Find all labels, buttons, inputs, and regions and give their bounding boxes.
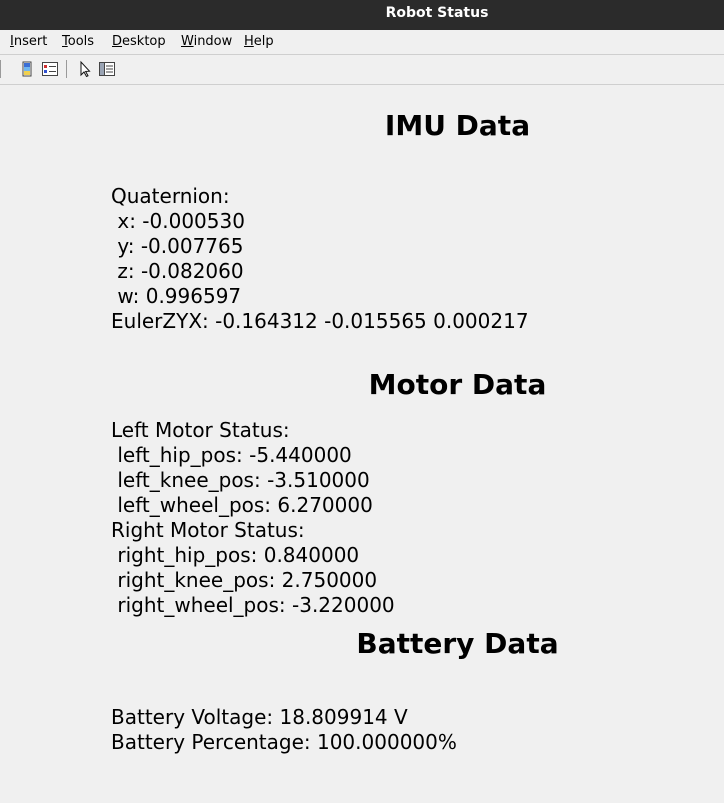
menu-insert[interactable]: Insert [10, 30, 47, 54]
menu-help-accel: H [244, 34, 254, 49]
left-motor-label: Left Motor Status: [111, 418, 290, 442]
figure-area: IMU Data Quaternion: x: -0.000530 y: -0.… [0, 85, 724, 803]
left-hip-pos: left_hip_pos: -5.440000 [111, 443, 352, 467]
menu-tools[interactable]: Tools [62, 30, 94, 54]
menu-insert-rest: nsert [13, 34, 48, 49]
insert-legend-icon[interactable] [41, 60, 59, 78]
menu-window-rest: indow [193, 34, 233, 49]
toolbar-separator [66, 60, 67, 78]
battery-voltage: Battery Voltage: 18.809914 V [111, 705, 408, 729]
right-knee-pos: right_knee_pos: 2.750000 [111, 568, 378, 592]
window-titlebar[interactable]: Robot Status [0, 0, 724, 30]
figure-toolbar [0, 55, 724, 85]
property-inspector-icon[interactable] [98, 60, 116, 78]
edit-plot-arrow-icon[interactable] [76, 60, 94, 78]
right-wheel-pos: right_wheel_pos: -3.220000 [111, 593, 395, 617]
quaternion-x: x: -0.000530 [111, 209, 245, 233]
quaternion-w: w: 0.996597 [111, 284, 242, 308]
euler-zyx: EulerZYX: -0.164312 -0.015565 0.000217 [111, 309, 529, 333]
toolbar-separator [0, 60, 1, 78]
menu-help[interactable]: Help [244, 30, 274, 54]
quaternion-label: Quaternion: [111, 184, 230, 208]
menu-tools-rest: ools [67, 34, 95, 49]
menu-window-accel: W [181, 34, 194, 49]
menu-desktop-rest: esktop [122, 34, 166, 49]
left-wheel-pos: left_wheel_pos: 6.270000 [111, 493, 373, 517]
motor-heading: Motor Data [368, 368, 547, 401]
menu-window[interactable]: Window [181, 30, 232, 54]
menu-bar: Insert Tools Desktop Window Help [0, 30, 724, 55]
menu-desktop-accel: D [112, 34, 123, 49]
battery-percentage: Battery Percentage: 100.000000% [111, 730, 457, 754]
battery-heading: Battery Data [356, 627, 559, 660]
quaternion-z: z: -0.082060 [111, 259, 244, 283]
left-knee-pos: left_knee_pos: -3.510000 [111, 468, 370, 492]
quaternion-y: y: -0.007765 [111, 234, 244, 258]
menu-help-rest: elp [253, 34, 274, 49]
right-motor-label: Right Motor Status: [111, 518, 305, 542]
window-title: Robot Status [385, 5, 489, 21]
insert-colorbar-icon[interactable] [19, 60, 37, 78]
imu-heading: IMU Data [384, 109, 531, 142]
menu-desktop[interactable]: Desktop [112, 30, 166, 54]
right-hip-pos: right_hip_pos: 0.840000 [111, 543, 360, 567]
